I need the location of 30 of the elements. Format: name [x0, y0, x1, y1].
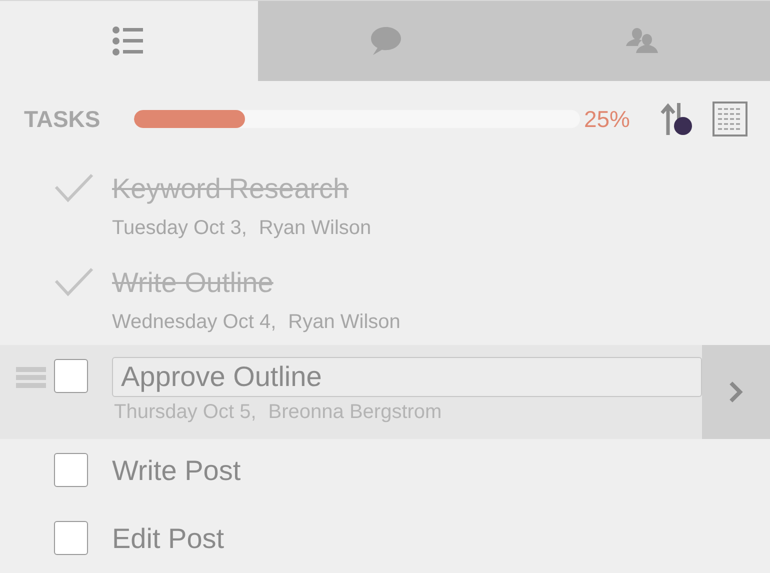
checkbox[interactable]	[54, 453, 88, 487]
chevron-right-icon	[729, 381, 743, 403]
task-title: Keyword Research	[112, 172, 350, 206]
sort-icon[interactable]	[660, 101, 692, 137]
drag-handle-icon[interactable]	[16, 367, 46, 389]
checkbox[interactable]	[54, 521, 88, 555]
checkbox[interactable]	[54, 359, 88, 393]
speech-bubble-icon	[370, 26, 402, 56]
section-title: TASKS	[24, 106, 102, 132]
task-title: Write Post	[112, 454, 242, 488]
list-icon	[112, 26, 146, 56]
assignee-name: Ryan Wilson	[258, 217, 372, 240]
task-row[interactable]: Keyword Research Tuesday Oct 3, Ryan Wilson	[0, 157, 770, 251]
people-icon	[625, 26, 659, 56]
task-row[interactable]: Edit Post	[0, 507, 770, 573]
task-row[interactable]: Write Post	[0, 439, 770, 507]
tab[interactable]	[514, 1, 770, 81]
task-row[interactable]: Write Outline Wednesday Oct 4, Ryan Wilson	[0, 251, 770, 345]
task-title: Edit Post	[112, 522, 226, 556]
title-input-field[interactable]: Approve Outline	[112, 357, 702, 397]
open-details-button[interactable]	[702, 345, 770, 439]
assignee-name: Ryan Wilson	[288, 311, 400, 334]
grid-icon[interactable]	[712, 101, 748, 137]
tab[interactable]	[258, 1, 514, 81]
task-title: Write Outline	[112, 266, 274, 300]
checkmark-icon[interactable]	[54, 173, 94, 203]
due-date: Tuesday Oct 3,	[112, 217, 247, 240]
progress-percent: 25%	[584, 106, 630, 132]
due-date: Wednesday Oct 4,	[112, 311, 276, 334]
checkmark-icon[interactable]	[54, 267, 94, 297]
